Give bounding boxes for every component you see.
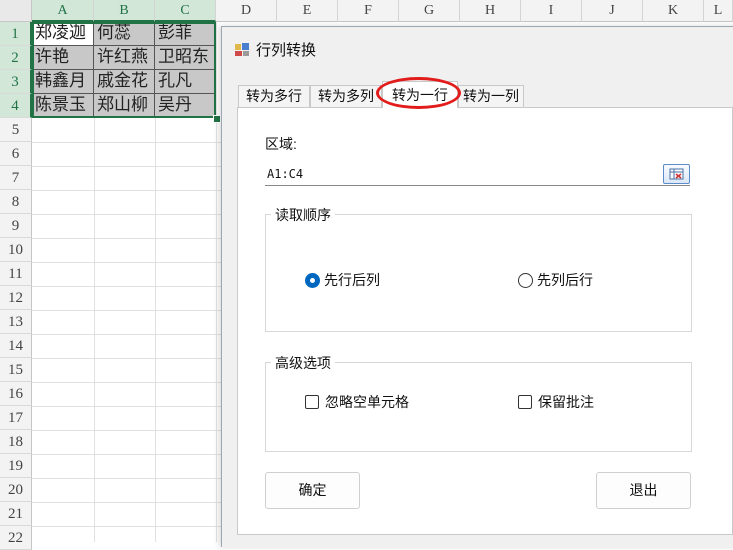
cell-a2[interactable]: 许艳 bbox=[32, 46, 94, 70]
app-icon bbox=[234, 41, 250, 57]
column-header-a[interactable]: A bbox=[32, 0, 94, 22]
cell-b4[interactable]: 郑山柳 bbox=[94, 94, 155, 118]
row-header-18[interactable]: 18 bbox=[0, 430, 32, 454]
range-label: 区域: bbox=[265, 136, 297, 152]
cell-a3[interactable]: 韩鑫月 bbox=[32, 70, 94, 94]
column-header-f[interactable]: F bbox=[338, 0, 399, 22]
tab-to-multi-columns[interactable]: 转为多列 bbox=[310, 85, 382, 107]
cell-c2[interactable]: 卫昭东 bbox=[155, 46, 216, 70]
row-header-14[interactable]: 14 bbox=[0, 334, 32, 358]
row-then-column-label[interactable]: 先行后列 bbox=[324, 270, 380, 290]
column-header-l[interactable]: L bbox=[704, 0, 733, 22]
column-header-c[interactable]: C bbox=[155, 0, 216, 22]
row-header-19[interactable]: 19 bbox=[0, 454, 32, 478]
read-order-legend: 读取顺序 bbox=[271, 205, 335, 225]
gridline bbox=[32, 214, 222, 215]
cell-b3[interactable]: 戚金花 bbox=[94, 70, 155, 94]
gridline bbox=[32, 334, 222, 335]
row-header-21[interactable]: 21 bbox=[0, 502, 32, 526]
range-picker-button[interactable] bbox=[663, 164, 690, 184]
row-header-4[interactable]: 4 bbox=[0, 94, 32, 118]
gridline bbox=[32, 454, 222, 455]
cell-c3[interactable]: 孔凡 bbox=[155, 70, 216, 94]
row-header-9[interactable]: 9 bbox=[0, 214, 32, 238]
row-header-6[interactable]: 6 bbox=[0, 142, 32, 166]
gridline bbox=[32, 382, 222, 383]
row-header-20[interactable]: 20 bbox=[0, 478, 32, 502]
column-header-j[interactable]: J bbox=[582, 0, 643, 22]
row-header-13[interactable]: 13 bbox=[0, 310, 32, 334]
row-header-3[interactable]: 3 bbox=[0, 70, 32, 94]
gridline bbox=[32, 286, 222, 287]
row-header-15[interactable]: 15 bbox=[0, 358, 32, 382]
cell-a1[interactable]: 郑凌迦 bbox=[32, 22, 94, 46]
gridline bbox=[32, 190, 222, 191]
row-header-17[interactable]: 17 bbox=[0, 406, 32, 430]
column-header-h[interactable]: H bbox=[460, 0, 521, 22]
column-header-k[interactable]: K bbox=[643, 0, 704, 22]
tab-panel: 区域: 读取顺序 先行后列 先列后行 高级选项 忽略空单元格 保留批注 bbox=[237, 107, 733, 535]
row-header-5[interactable]: 5 bbox=[0, 118, 32, 142]
column-then-row-radio[interactable] bbox=[518, 273, 533, 288]
row-header-11[interactable]: 11 bbox=[0, 262, 32, 286]
ok-button[interactable]: 确定 bbox=[265, 472, 360, 509]
gridline bbox=[32, 406, 222, 407]
row-header-2[interactable]: 2 bbox=[0, 46, 32, 70]
tab-to-single-row[interactable]: 转为一行 bbox=[382, 81, 458, 108]
row-column-convert-dialog: 行列转换 转为多行 转为多列 转为一行 转为一列 区域: 读取顺序 先行后列 先… bbox=[221, 26, 733, 547]
dialog-title: 行列转换 bbox=[256, 42, 317, 59]
gridline bbox=[32, 478, 222, 479]
row-header-1[interactable]: 1 bbox=[0, 22, 32, 46]
column-header-d[interactable]: D bbox=[216, 0, 277, 22]
row-header-16[interactable]: 16 bbox=[0, 382, 32, 406]
cell-a4[interactable]: 陈景玉 bbox=[32, 94, 94, 118]
column-then-row-label[interactable]: 先列后行 bbox=[537, 270, 593, 290]
row-header-12[interactable]: 12 bbox=[0, 286, 32, 310]
gridline bbox=[32, 166, 222, 167]
row-header-7[interactable]: 7 bbox=[0, 166, 32, 190]
cell-b1[interactable]: 何蕊 bbox=[94, 22, 155, 46]
row-header-8[interactable]: 8 bbox=[0, 190, 32, 214]
cell-c1[interactable]: 彭菲 bbox=[155, 22, 216, 46]
column-header-i[interactable]: I bbox=[521, 0, 582, 22]
gridline bbox=[32, 430, 222, 431]
cell-c4[interactable]: 吴丹 bbox=[155, 94, 216, 118]
gridline bbox=[32, 502, 222, 503]
range-select-icon bbox=[669, 168, 684, 180]
keep-comments-checkbox[interactable] bbox=[518, 395, 532, 409]
select-all-corner[interactable] bbox=[0, 0, 32, 22]
advanced-options-group: 高级选项 忽略空单元格 保留批注 bbox=[265, 353, 692, 452]
row-header-10[interactable]: 10 bbox=[0, 238, 32, 262]
row-then-column-radio[interactable] bbox=[305, 273, 320, 288]
gridline bbox=[32, 358, 222, 359]
ignore-empty-cells-label[interactable]: 忽略空单元格 bbox=[325, 392, 409, 412]
exit-button[interactable]: 退出 bbox=[596, 472, 691, 509]
tab-to-single-column[interactable]: 转为一列 bbox=[458, 85, 524, 107]
advanced-options-legend: 高级选项 bbox=[271, 353, 335, 373]
read-order-group: 读取顺序 先行后列 先列后行 bbox=[265, 205, 692, 332]
gridline bbox=[216, 22, 217, 542]
gridline bbox=[32, 238, 222, 239]
row-header-22[interactable]: 22 bbox=[0, 526, 32, 550]
column-header-g[interactable]: G bbox=[399, 0, 460, 22]
cell-b2[interactable]: 许红燕 bbox=[94, 46, 155, 70]
column-header-e[interactable]: E bbox=[277, 0, 338, 22]
tab-to-multi-rows[interactable]: 转为多行 bbox=[238, 85, 310, 107]
gridline bbox=[32, 310, 222, 311]
gridline bbox=[32, 526, 222, 527]
fill-handle[interactable] bbox=[213, 115, 221, 123]
keep-comments-label[interactable]: 保留批注 bbox=[538, 392, 594, 412]
gridline bbox=[32, 142, 222, 143]
ignore-empty-cells-checkbox[interactable] bbox=[305, 395, 319, 409]
gridline bbox=[32, 262, 222, 263]
column-header-b[interactable]: B bbox=[94, 0, 155, 22]
range-input[interactable] bbox=[265, 162, 690, 186]
